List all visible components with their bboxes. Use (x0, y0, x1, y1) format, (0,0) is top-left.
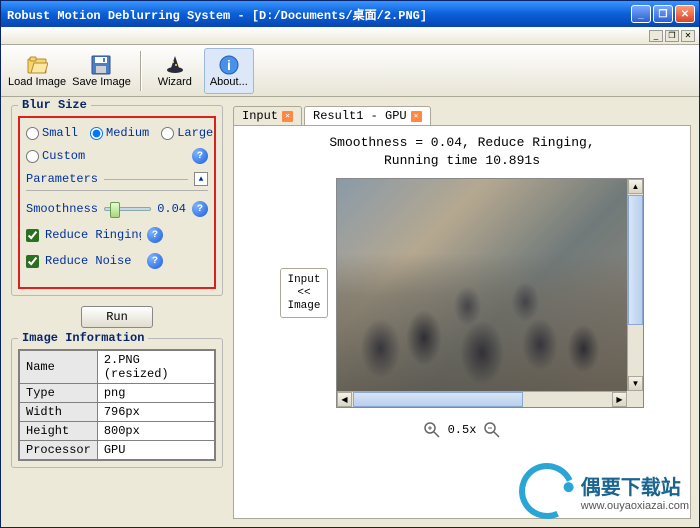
zoom-controls: 0.5x (424, 422, 501, 438)
image-info-table: Name2.PNG (resized) Typepng Width796px H… (18, 349, 216, 461)
scroll-right-button[interactable]: ▶ (612, 392, 627, 407)
reduce-ringing-row: Reduce Ringing ? (26, 227, 208, 243)
wizard-label: Wizard (158, 76, 192, 88)
input-image-button[interactable]: Input << Image (280, 268, 328, 318)
radio-small[interactable]: Small (26, 126, 78, 140)
mdi-buttons: _ ❐ ✕ (649, 30, 695, 42)
blur-size-row-2: Custom ? (26, 148, 208, 164)
wizard-hat-icon (163, 54, 187, 76)
reduce-ringing-checkbox[interactable] (26, 229, 39, 242)
content: Blur Size Small Medium Large Custom ? Pa… (1, 97, 699, 527)
blur-size-legend: Blur Size (18, 98, 91, 112)
smoothness-value: 0.04 (157, 202, 186, 216)
menubar: _ ❐ ✕ (1, 27, 699, 45)
tabs: Input ✕ Result1 - GPU ✕ (233, 105, 691, 125)
table-row: Height800px (19, 422, 215, 441)
radio-large-input[interactable] (161, 127, 174, 140)
wizard-button[interactable]: Wizard (150, 48, 200, 94)
tab-result[interactable]: Result1 - GPU ✕ (304, 106, 431, 125)
right-panel: Input ✕ Result1 - GPU ✕ Smoothness = 0.0… (233, 97, 699, 527)
result-image (337, 179, 627, 391)
reduce-ringing-label: Reduce Ringing (45, 228, 141, 242)
horizontal-scroll-thumb[interactable] (353, 392, 523, 407)
save-image-button[interactable]: Save Image (71, 48, 132, 94)
zoom-level: 0.5x (448, 423, 477, 437)
blur-size-row-1: Small Medium Large (26, 126, 208, 140)
radio-custom[interactable]: Custom (26, 149, 85, 163)
titlebar-text: Robust Motion Deblurring System - [D:/Do… (7, 6, 631, 23)
maximize-button[interactable]: ❐ (653, 5, 673, 23)
blur-size-help-icon[interactable]: ? (192, 148, 208, 164)
about-label: About... (210, 76, 248, 88)
save-image-label: Save Image (72, 76, 131, 88)
vertical-scrollbar[interactable]: ▲ ▼ (627, 179, 643, 391)
tab-content: Smoothness = 0.04, Reduce Ringing, Runni… (233, 125, 691, 519)
parameters-header[interactable]: Parameters ▲ (26, 172, 208, 191)
radio-small-input[interactable] (26, 127, 39, 140)
toolbar-separator (140, 51, 142, 91)
controls-highlight-box: Small Medium Large Custom ? Parameters ▲ (18, 116, 216, 289)
about-button[interactable]: i About... (204, 48, 254, 94)
result-status-text: Smoothness = 0.04, Reduce Ringing, Runni… (329, 134, 594, 170)
radio-medium[interactable]: Medium (90, 126, 149, 140)
radio-custom-input[interactable] (26, 150, 39, 163)
scroll-left-button[interactable]: ◀ (337, 392, 352, 407)
table-row: ProcessorGPU (19, 441, 215, 461)
reduce-noise-help-icon[interactable]: ? (147, 253, 163, 269)
smoothness-slider-thumb[interactable] (110, 202, 120, 218)
svg-text:i: i (227, 57, 231, 73)
folder-open-icon (25, 54, 49, 76)
titlebar: Robust Motion Deblurring System - [D:/Do… (1, 1, 699, 27)
left-panel: Blur Size Small Medium Large Custom ? Pa… (1, 97, 233, 527)
info-icon: i (217, 54, 241, 76)
result-image-viewport: ▲ ▼ ◀ ▶ (336, 178, 644, 408)
load-image-label: Load Image (8, 76, 66, 88)
title-buttons: _ ❐ ✕ (631, 5, 695, 23)
mdi-restore-button[interactable]: ❐ (665, 30, 679, 42)
horizontal-scrollbar[interactable]: ◀ ▶ (337, 391, 627, 407)
reduce-noise-checkbox[interactable] (26, 255, 39, 268)
smoothness-help-icon[interactable]: ? (192, 201, 208, 217)
mdi-minimize-button[interactable]: _ (649, 30, 663, 42)
smoothness-label: Smoothness (26, 202, 98, 216)
reduce-ringing-help-icon[interactable]: ? (147, 227, 163, 243)
smoothness-row: Smoothness 0.04 ? (26, 201, 208, 217)
table-row: Name2.PNG (resized) (19, 350, 215, 384)
tab-input[interactable]: Input ✕ (233, 106, 302, 125)
close-button[interactable]: ✕ (675, 5, 695, 23)
scroll-corner (627, 391, 643, 407)
image-info-group: Image Information Name2.PNG (resized) Ty… (11, 338, 223, 468)
scroll-down-button[interactable]: ▼ (628, 376, 643, 391)
collapse-icon[interactable]: ▲ (194, 172, 208, 186)
floppy-disk-icon (89, 54, 113, 76)
reduce-noise-label: Reduce Noise (45, 254, 141, 268)
table-row: Width796px (19, 403, 215, 422)
table-row: Typepng (19, 384, 215, 403)
app-window: Robust Motion Deblurring System - [D:/Do… (0, 0, 700, 528)
vertical-scroll-thumb[interactable] (628, 195, 643, 325)
image-area: Input << Image ▲ ▼ (280, 178, 644, 408)
reduce-noise-row: Reduce Noise ? (26, 253, 208, 269)
load-image-button[interactable]: Load Image (7, 48, 67, 94)
tab-result-close-icon[interactable]: ✕ (411, 111, 422, 122)
tab-input-close-icon[interactable]: ✕ (282, 111, 293, 122)
run-button[interactable]: Run (81, 306, 153, 328)
zoom-in-icon[interactable] (424, 422, 440, 438)
parameters-legend: Parameters (26, 172, 98, 186)
mdi-close-button[interactable]: ✕ (681, 30, 695, 42)
radio-large[interactable]: Large (161, 126, 213, 140)
scroll-up-button[interactable]: ▲ (628, 179, 643, 194)
image-info-legend: Image Information (18, 331, 148, 345)
toolbar: Load Image Save Image Wizard i About... (1, 45, 699, 97)
smoothness-slider[interactable] (104, 207, 151, 211)
blur-size-group: Blur Size Small Medium Large Custom ? Pa… (11, 105, 223, 296)
minimize-button[interactable]: _ (631, 5, 651, 23)
zoom-out-icon[interactable] (484, 422, 500, 438)
radio-medium-input[interactable] (90, 127, 103, 140)
